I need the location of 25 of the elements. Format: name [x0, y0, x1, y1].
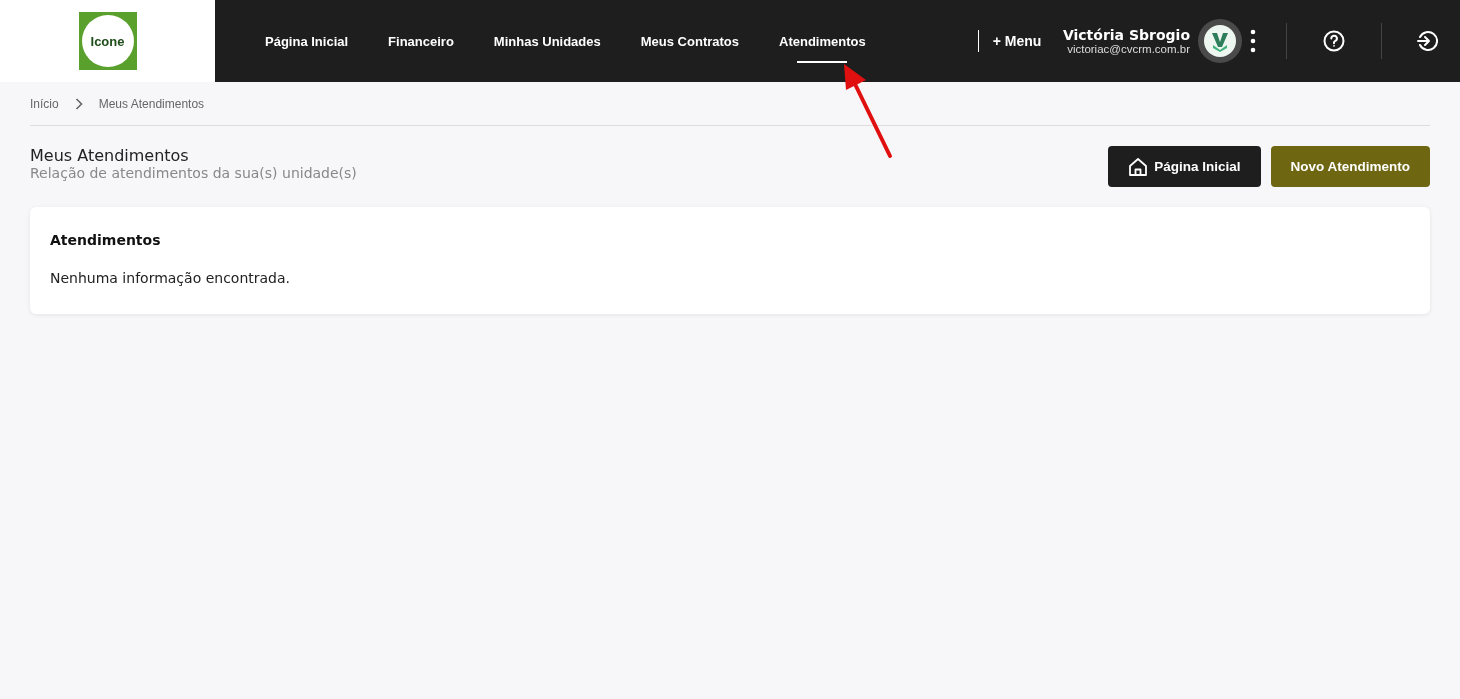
nav-link[interactable]: Atendimentos: [759, 1, 886, 81]
breadcrumb-link[interactable]: Meus Atendimentos: [98, 96, 205, 111]
nav-link[interactable]: Minhas Unidades: [473, 1, 621, 81]
breadcrumb-link[interactable]: Início: [30, 96, 59, 111]
user-email: victoriac@cvcrm.com.br: [1067, 43, 1190, 55]
chevron-right-icon: [74, 97, 83, 110]
nav-link[interactable]: Meus Contratos: [620, 1, 759, 81]
logo-text: Icone: [90, 33, 125, 49]
avatar[interactable]: [1198, 19, 1242, 63]
more-options-icon[interactable]: [1250, 29, 1256, 53]
user-name: Victória Sbrogio: [1062, 27, 1190, 43]
help-icon[interactable]: [1323, 30, 1345, 52]
page-subtitle: Relação de atendimentos da sua(s) unidade(s): [30, 165, 357, 181]
card-title: Atendimentos: [50, 232, 162, 248]
logout-icon[interactable]: [1416, 30, 1438, 52]
avatar-logo-icon: [1204, 25, 1236, 57]
nav-link[interactable]: Financeiro: [368, 1, 474, 81]
more-menu-link[interactable]: + Menu: [992, 33, 1042, 49]
new-ticket-button[interactable]: Novo Atendimento: [1270, 146, 1430, 187]
empty-message: Nenhuma informação encontrada.: [50, 270, 291, 286]
home-icon: [1128, 156, 1149, 177]
home-button[interactable]: Página Inicial: [1108, 146, 1261, 187]
nav-link[interactable]: Página Inicial: [245, 1, 369, 81]
logo[interactable]: Icone: [78, 12, 137, 70]
page-title: Meus Atendimentos: [30, 146, 190, 165]
